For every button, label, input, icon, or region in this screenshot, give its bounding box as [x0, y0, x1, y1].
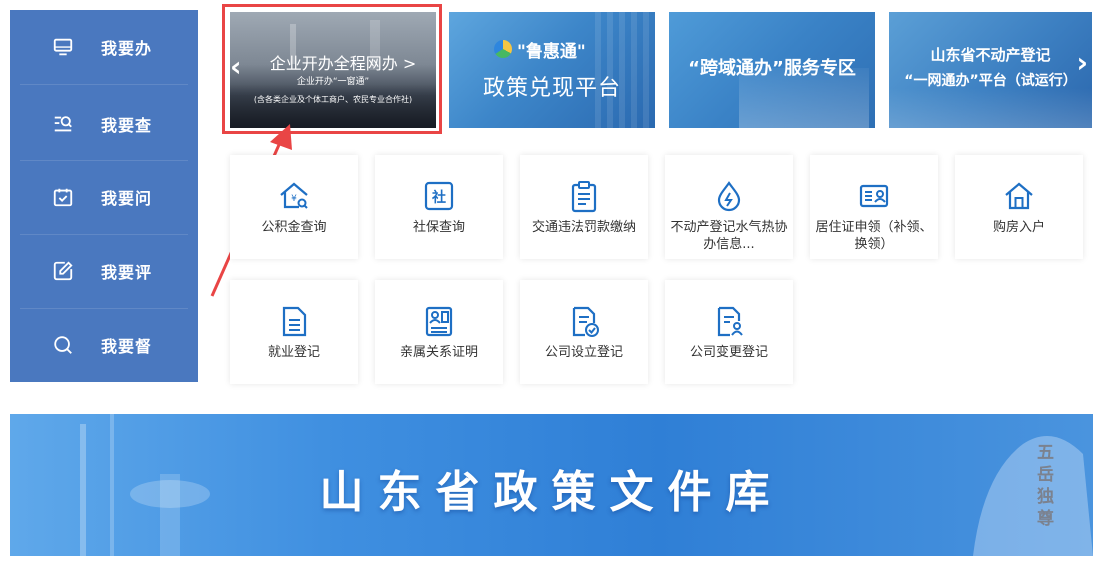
policy-library-title: 山东省政策文件库 — [319, 467, 784, 518]
list-search-icon — [54, 116, 72, 132]
document-user-icon — [717, 306, 743, 337]
service-housing-fund[interactable]: ¥ 公积金查询 — [230, 155, 358, 259]
banner-enterprise-online[interactable]: ‹ 企业开办全程网办 > 企业开办“一窗通” (含各类企业及个体工商户、农民专业… — [230, 12, 436, 128]
id-card-icon — [859, 184, 889, 208]
service-label: 公司变更登记 — [689, 345, 768, 360]
service-home-purchase-registration[interactable]: 购房入户 — [955, 155, 1083, 259]
service-company-change[interactable]: 公司变更登记 — [665, 280, 793, 384]
monitor-icon — [53, 38, 73, 56]
svg-text:社: 社 — [431, 189, 446, 206]
edit-icon — [53, 261, 73, 281]
banner-real-estate[interactable]: 山东省不动产登记 “一网通办”平台（试运行） › — [889, 12, 1092, 128]
sidebar-item-label: 我要办 — [101, 39, 153, 58]
service-label: 交通违法罚款缴纳 — [531, 220, 636, 235]
sidebar-item-label: 我要评 — [101, 263, 153, 282]
clipboard-icon — [571, 181, 597, 213]
banner-cross-region[interactable]: “跨域通办”服务专区 — [669, 12, 875, 128]
sidebar-item-label: 我要督 — [101, 337, 153, 356]
banner-subtitle: 企业开办“一窗通” — [296, 77, 370, 87]
water-drop-icon — [717, 181, 741, 212]
divider — [20, 84, 188, 85]
sidebar-nav: 我要办 我要查 我要问 我要评 我要督 — [10, 10, 198, 382]
banner-note: (含各类企业及个体工商户、农民专业合作社) — [253, 95, 413, 104]
sidebar-item-label: 我要问 — [101, 189, 153, 208]
service-label: 居住证申领（补领、换领） — [815, 220, 933, 252]
profile-card-icon — [425, 306, 453, 337]
keyboard-photo-shade — [889, 88, 1092, 128]
banner-title: 山东省不动产登记 — [930, 46, 1051, 64]
service-traffic-fine[interactable]: 交通违法罚款缴纳 — [520, 155, 648, 259]
service-residence-permit[interactable]: 居住证申领（补领、换领） — [810, 155, 938, 259]
service-label: 购房入户 — [992, 220, 1045, 235]
sidebar-item-evaluate[interactable]: 我要评 — [10, 234, 198, 308]
banner-title: 企业开办全程网办 > — [269, 54, 417, 73]
banner-subtitle: “一网通办”平台（试运行） — [904, 73, 1077, 89]
chevron-right-icon[interactable]: › — [1076, 46, 1088, 79]
banner-luhuitong[interactable]: "鲁惠通" 政策兑现平台 — [449, 12, 655, 128]
sidebar-item-handle[interactable]: 我要办 — [10, 10, 198, 84]
service-kinship-certificate[interactable]: 亲属关系证明 — [375, 280, 503, 384]
document-check-icon — [572, 306, 599, 337]
service-label: 社保查询 — [412, 220, 465, 235]
sidebar-item-label: 我要查 — [101, 116, 153, 135]
social-security-icon: 社 — [424, 181, 454, 211]
banner-title: “跨域通办”服务专区 — [688, 58, 856, 79]
service-label: 不动产登记水气热协办信息... — [670, 220, 788, 252]
service-label: 就业登记 — [267, 345, 320, 360]
service-employment-registration[interactable]: 就业登记 — [230, 280, 358, 384]
service-label: 公积金查询 — [261, 220, 327, 235]
calendar-check-icon — [53, 188, 73, 207]
svg-text:¥: ¥ — [291, 194, 297, 204]
service-utilities-info[interactable]: 不动产登记水气热协办信息... — [665, 155, 793, 259]
sidebar-item-query[interactable]: 我要查 — [10, 87, 198, 161]
service-company-establishment[interactable]: 公司设立登记 — [520, 280, 648, 384]
sidebar-item-ask[interactable]: 我要问 — [10, 160, 198, 234]
search-icon — [54, 336, 72, 354]
housing-fund-icon: ¥ — [280, 182, 308, 209]
house-icon — [1005, 182, 1033, 210]
service-social-security[interactable]: 社 社保查询 — [375, 155, 503, 259]
banner-title: "鲁惠通" — [517, 42, 586, 62]
luhuitong-logo-icon — [494, 40, 512, 58]
service-label: 亲属关系证明 — [399, 345, 478, 360]
document-icon — [282, 306, 307, 337]
policy-library-banner[interactable]: 五岳独尊 山东省政策文件库 — [10, 414, 1093, 556]
sidebar-item-supervise[interactable]: 我要督 — [10, 308, 198, 382]
banner-subtitle: 政策兑现平台 — [482, 76, 621, 101]
service-label: 公司设立登记 — [544, 345, 623, 360]
